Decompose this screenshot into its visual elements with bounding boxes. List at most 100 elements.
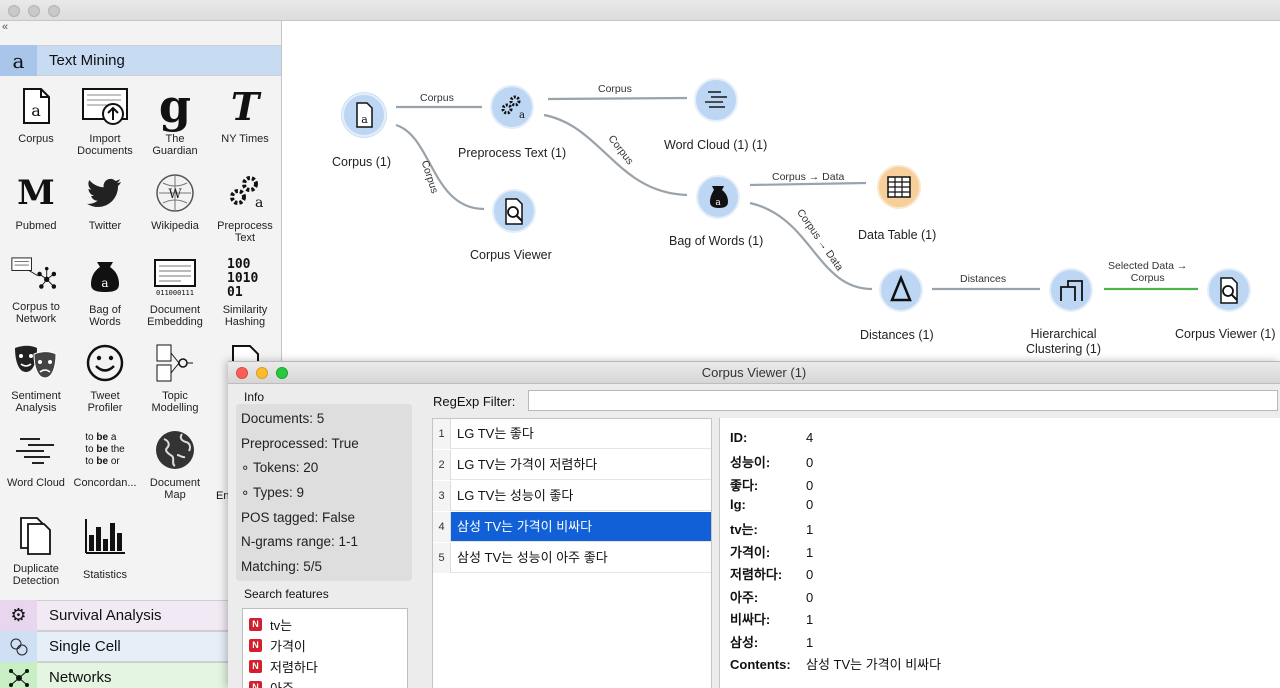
link-preprocess-wordcloud (547, 96, 688, 101)
feature-item[interactable]: Ntv는 (249, 615, 292, 634)
widget-document-map[interactable]: Document Map (140, 425, 210, 501)
widget-the-guardian[interactable]: g The Guardian (140, 81, 210, 157)
widget-label: Document Embedding (147, 304, 203, 328)
node-corpus[interactable]: a (341, 92, 387, 138)
row-number: 1 (433, 419, 451, 449)
widget-preprocess-text[interactable]: a Preprocess Text (210, 168, 280, 244)
document-list[interactable]: 1 LG TV는 좋다 2 LG TV는 가격이 저렴하다 3 LG TV는 성능이 … (432, 418, 712, 688)
document-title: LG TV는 가격이 저렴하다 (457, 457, 598, 472)
widget-duplicate-detection[interactable]: Duplicate Detection (1, 511, 71, 587)
widget-twitter[interactable]: Twitter (70, 168, 140, 232)
svg-text:a: a (715, 198, 721, 208)
widget-sentiment-analysis[interactable]: Sentiment Analysis (1, 338, 71, 414)
widget-corpus[interactable]: a Corpus (1, 81, 71, 145)
widget-concordance[interactable]: to be a to be the to be or Concordan... (70, 425, 140, 489)
detail-key: ID: (730, 430, 748, 445)
category-text-mining[interactable]: a Text Mining (0, 45, 281, 76)
concordance-icon: to be a to be the to be or (85, 432, 125, 467)
row-number: 3 (433, 481, 451, 511)
widget-topic-modelling[interactable]: Topic Modelling (140, 338, 210, 414)
corpus-viewer-titlebar: Corpus Viewer (1) (228, 362, 1280, 384)
node-label-wordcloud: Word Cloud (1) (1) (664, 138, 768, 152)
regexp-filter-input[interactable] (528, 390, 1278, 411)
window-minimize-button[interactable] (28, 5, 40, 17)
widget-wikipedia[interactable]: W Wikipedia (140, 168, 210, 232)
node-label-preprocess: Preprocess Text (1) (458, 146, 567, 160)
document-row-selected[interactable]: 4 삼성 TV는 가격이 비싸다 (433, 512, 711, 542)
widget-import-documents[interactable]: Import Documents (70, 81, 140, 157)
window-title: Corpus Viewer (1) (701, 365, 807, 380)
numeric-badge-icon: N (249, 660, 262, 673)
detail-row: tv는: 1 (730, 519, 813, 538)
minimize-button[interactable] (256, 367, 268, 379)
window-close-button[interactable] (8, 5, 20, 17)
detail-row: 아주: 0 (730, 587, 813, 606)
widget-label: NY Times (221, 133, 269, 145)
widget-label: The Guardian (152, 133, 198, 157)
detail-value: 0 (806, 497, 814, 512)
node-hierarchical-clustering[interactable] (1048, 267, 1094, 313)
detail-row: 비싸다: 1 (730, 609, 813, 628)
node-corpus-viewer-1[interactable] (1206, 267, 1252, 313)
collapse-toolbox-icon[interactable]: « (2, 21, 8, 33)
detail-row: Contents: 삼성 TV는 가격이 비싸다 (730, 654, 941, 673)
widget-corpus-to-network[interactable]: Corpus to Network (1, 249, 71, 325)
link-label: Distances (960, 273, 1007, 285)
node-bag-of-words[interactable]: a (695, 174, 741, 220)
numeric-badge-icon: N (249, 681, 262, 688)
text-mining-icon: a (0, 45, 37, 76)
widget-tweet-profiler[interactable]: Tweet Profiler (70, 338, 140, 414)
document-row[interactable]: 5 삼성 TV는 성능이 아주 좋다 (433, 543, 711, 573)
widget-label: Duplicate Detection (12, 563, 60, 587)
widget-pubmed[interactable]: M Pubmed (1, 168, 71, 232)
node-preprocess-text[interactable]: a (489, 84, 535, 130)
workflow-canvas[interactable]: a a a Corpus (1) Preprocess Text (1) Wor… (282, 21, 1280, 361)
widget-statistics[interactable]: Statistics (70, 511, 140, 581)
numeric-badge-icon: N (249, 618, 262, 631)
preprocess-icon: a (220, 168, 270, 218)
hashing-icon: 100 1010 01 (220, 252, 270, 302)
svg-text:a: a (101, 276, 108, 290)
node-label-hclust: Hierarchical Clustering (1) (1026, 327, 1102, 356)
feature-item[interactable]: N 가격이 (249, 636, 306, 655)
svg-text:a: a (361, 113, 368, 126)
window-zoom-button[interactable] (48, 5, 60, 17)
node-data-table[interactable] (876, 164, 922, 210)
category-label: Survival Analysis (49, 607, 162, 624)
feature-label: 저렴하다 (270, 660, 318, 675)
link-label: Selected Data → Corpus (1108, 260, 1188, 284)
node-label-bow: Bag of Words (1) (669, 234, 764, 248)
nytimes-icon: T (230, 83, 260, 129)
search-features-list[interactable]: Ntv는 N 가격이 N 저렴하다 N 아주 (242, 608, 408, 688)
detail-value: 삼성 TV는 가격이 비싸다 (806, 657, 942, 672)
wordcloud-icon (11, 425, 61, 475)
widget-label: Bag of Words (89, 304, 121, 328)
detail-row: 가격이: 1 (730, 542, 813, 561)
import-documents-icon (80, 81, 130, 131)
node-corpus-viewer[interactable] (491, 188, 537, 234)
svg-text:100: 100 (227, 257, 251, 272)
detail-row: 성능이: 0 (730, 452, 813, 471)
pubmed-icon: M (17, 173, 55, 213)
info-pos-tagged: POS tagged: False (241, 510, 356, 525)
document-row[interactable]: 2 LG TV는 가격이 저렴하다 (433, 450, 711, 480)
widget-word-cloud[interactable]: Word Cloud (1, 425, 71, 489)
widget-ny-times[interactable]: T NY Times (210, 81, 280, 146)
node-word-cloud[interactable] (693, 77, 739, 123)
widget-similarity-hashing[interactable]: 100 1010 01 Similarity Hashing (210, 252, 280, 328)
document-row[interactable]: 3 LG TV는 성능이 좋다 (433, 481, 711, 511)
document-row[interactable]: 1 LG TV는 좋다 (433, 419, 711, 449)
zoom-button[interactable] (276, 367, 288, 379)
info-documents: Documents: 5 (241, 411, 325, 426)
feature-item[interactable]: N 저렴하다 (249, 657, 318, 676)
node-distances[interactable] (878, 267, 924, 313)
category-label: Text Mining (49, 52, 125, 69)
widget-document-embedding[interactable]: 011000111 Document Embedding (140, 252, 210, 328)
detail-value: 0 (806, 567, 814, 582)
corpus-icon: a (11, 81, 61, 131)
detail-key: tv는: (730, 522, 758, 537)
svg-text:W: W (168, 187, 182, 202)
widget-bag-of-words[interactable]: a Bag of Words (70, 252, 140, 328)
feature-item[interactable]: N 아주 (249, 678, 294, 688)
close-button[interactable] (236, 367, 248, 379)
